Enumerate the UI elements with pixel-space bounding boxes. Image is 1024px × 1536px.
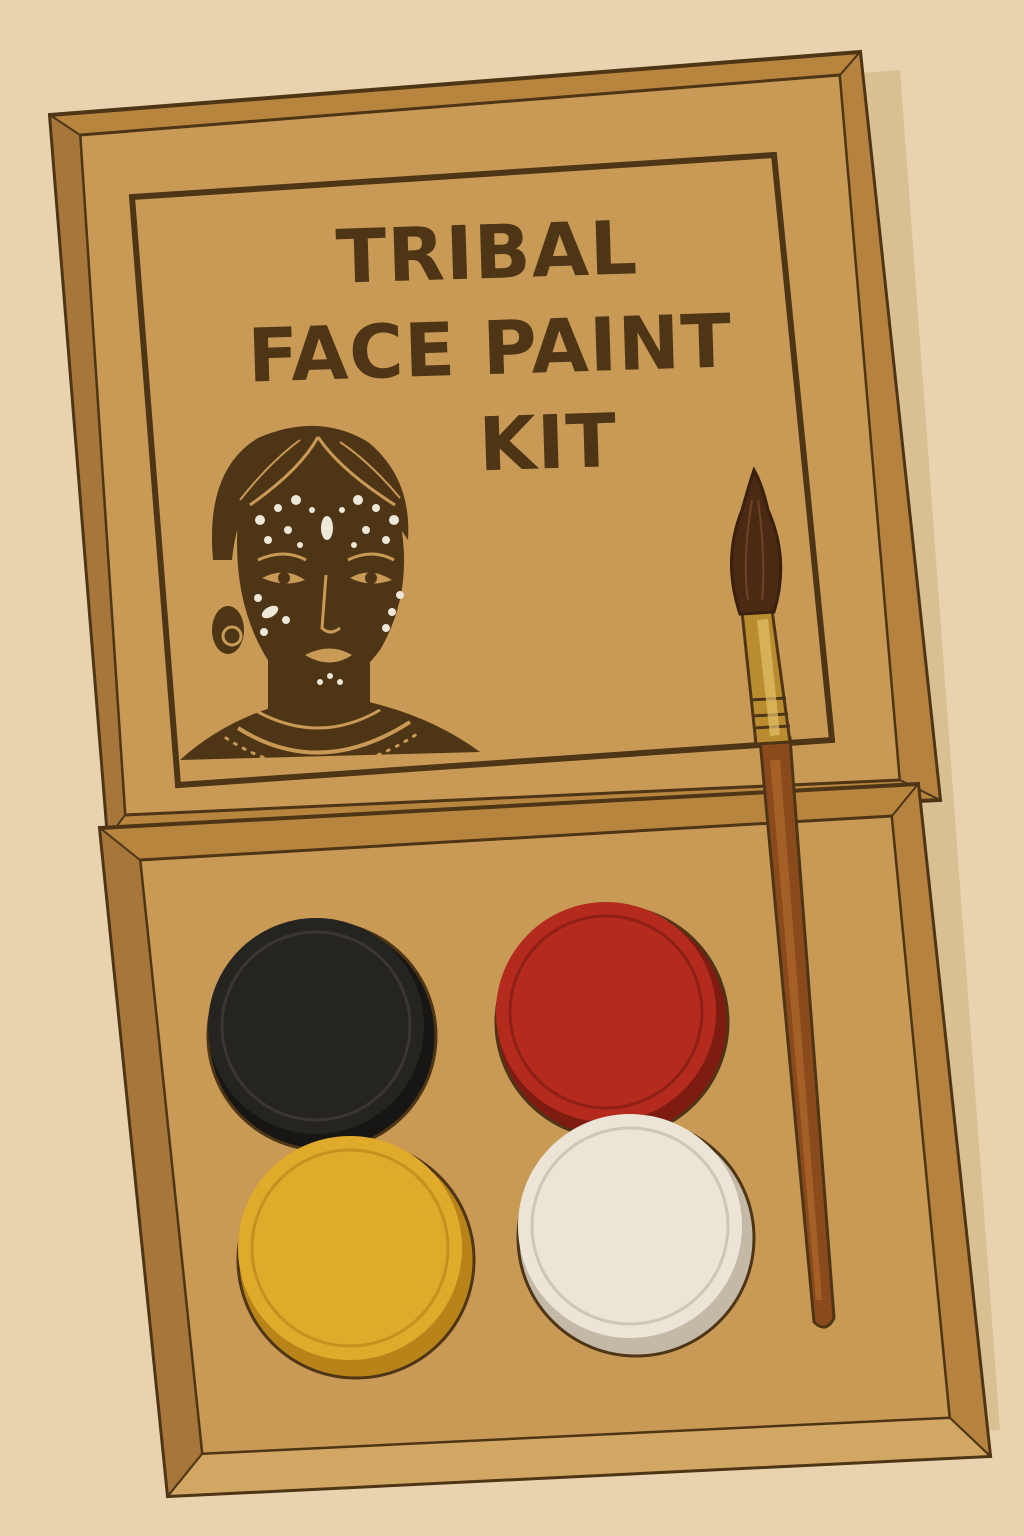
paint-pot-black[interactable] <box>206 918 438 1152</box>
paint-pot-red[interactable] <box>494 902 730 1140</box>
paint-tray <box>97 781 993 1499</box>
title-line-2: FACE PAINT <box>246 298 734 400</box>
title-line-3: KIT <box>477 398 619 489</box>
kit-title: TRIBAL FACE PAINT KIT <box>166 195 815 503</box>
